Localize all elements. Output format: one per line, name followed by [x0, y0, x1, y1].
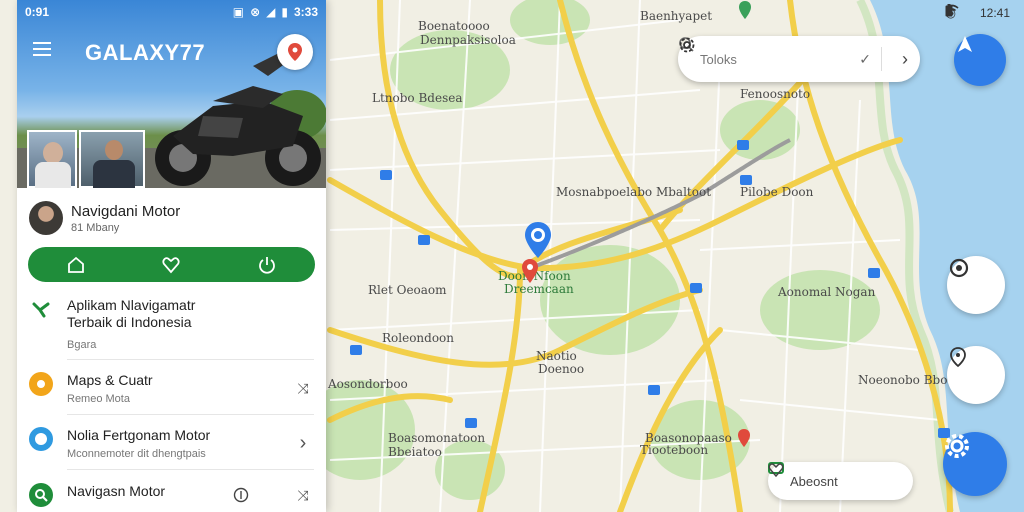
map-label: Dreemcaan: [504, 282, 574, 296]
divider: [881, 47, 882, 71]
map-label: Aosondorboo: [328, 377, 408, 391]
avatar: [29, 201, 63, 235]
map-label: Baenhyapet: [640, 9, 713, 23]
heart-icon[interactable]: [161, 255, 181, 275]
map-label: Pilobe Doon: [740, 185, 814, 199]
map-label: Doenoo: [538, 362, 585, 376]
list-item-subtitle: Bgara: [67, 339, 97, 351]
map-label: Rlet Oeoaom: [368, 283, 447, 297]
list-item[interactable]: Navigasn Motor ⤨: [29, 483, 314, 507]
alarm-icon: ⊗: [250, 5, 261, 19]
app-title: GALAXY77: [85, 40, 206, 65]
photo-thumbnail[interactable]: [79, 130, 145, 188]
location-button[interactable]: [277, 34, 313, 70]
map-label: Noeonobo Bbo: [858, 373, 948, 387]
current-location-marker-icon[interactable]: [522, 220, 554, 260]
battery-icon: ▮: [281, 5, 288, 19]
my-location-button[interactable]: [947, 256, 1005, 314]
list-item-title: Maps & Cuatr: [67, 372, 153, 388]
destination-label: Abeosnt: [790, 473, 838, 489]
profile-row[interactable]: Navigdani Motor 81 Mbany: [29, 196, 314, 240]
poi-pin-icon[interactable]: [737, 428, 751, 448]
map-label: Boenatoooo: [418, 19, 490, 33]
list-item-title: Terbaik di Indonesia: [67, 314, 192, 330]
hero-banner: 0:91 ▣ ⊗ ◢ ▮ 3:33 GALAXY77: [17, 0, 326, 188]
search-icon: [29, 483, 53, 507]
poi-pin-icon[interactable]: [738, 0, 752, 20]
route-icon: [29, 297, 53, 321]
divider: [67, 414, 314, 415]
list-item[interactable]: Maps & Cuatr Remeo Mota ⤨: [29, 372, 314, 405]
power-icon[interactable]: [257, 255, 277, 275]
status-bar-right: ◎ 12:41: [945, 4, 1010, 22]
location-pin-icon: [950, 347, 966, 368]
divider: [67, 359, 314, 360]
compass-button[interactable]: [947, 346, 1005, 404]
list-item-subtitle: Remeo Mota: [67, 393, 130, 405]
map-label: Aonomal Nogan: [778, 285, 876, 299]
target-icon: [949, 258, 969, 278]
gear-icon: [945, 434, 969, 458]
shuffle-icon[interactable]: ⤨: [292, 372, 314, 405]
profile-name: Navigdani Motor: [71, 202, 181, 220]
map-label: Bbeiatoo: [388, 445, 442, 459]
status-indicators: 3:33: [293, 5, 318, 19]
navigation-button[interactable]: [954, 34, 1006, 86]
destination-pin-icon[interactable]: [521, 258, 539, 284]
list-item-title: Navigasn Motor: [67, 483, 166, 499]
list-item[interactable]: Nolia Fertgonam Motor Mconnemoter dit dh…: [29, 427, 314, 460]
status-bar: 0:91 ▣ ⊗ ◢ ▮ 3:33: [25, 4, 318, 20]
map-label: Dennpaksisoloa: [420, 33, 516, 47]
map-label: Tiooteboon: [640, 443, 709, 457]
navigate-arrow-icon: [958, 36, 972, 52]
notification-icon: ▣: [232, 5, 245, 19]
list-item-title: Aplikam Nlavigamatr: [67, 297, 196, 313]
search-bar[interactable]: Toloks ✓ ›: [678, 36, 920, 82]
pin-icon: [288, 43, 302, 61]
divider: [67, 469, 314, 470]
list-item-title: Nolia Fertgonam Motor: [67, 427, 211, 443]
info-icon[interactable]: [230, 483, 252, 507]
chat-icon: [29, 427, 53, 451]
chevron-right-icon[interactable]: ›: [292, 427, 314, 460]
shuffle-icon[interactable]: ⤨: [292, 483, 314, 507]
map-label: Fenoosnoto: [740, 87, 811, 101]
side-panel: 0:91 ▣ ⊗ ◢ ▮ 3:33 GALAXY77 Navigdani Mot…: [17, 0, 326, 512]
signal-icon: ◢: [266, 5, 276, 19]
check-icon[interactable]: ✓: [859, 51, 871, 68]
action-bar: [28, 247, 315, 282]
map-label: Ltnobo Bdesea: [372, 91, 463, 105]
destination-chip[interactable]: Abeosnt: [768, 462, 913, 500]
profile-subtitle: 81 Mbany: [71, 221, 120, 234]
list-item-subtitle: Mconnemoter dit dhengtpais: [67, 448, 206, 460]
photo-thumbnail[interactable]: [27, 130, 77, 188]
search-input[interactable]: Toloks: [700, 52, 849, 67]
map-label: Mosnabpoelabo Mbaltoot: [556, 185, 712, 199]
home-icon[interactable]: [66, 255, 86, 275]
map-label: Roleondoon: [382, 331, 455, 345]
list-item[interactable]: Aplikam Nlavigamatr Terbaik di Indonesia…: [29, 297, 314, 351]
settings-button[interactable]: [943, 432, 1007, 496]
chevron-right-icon[interactable]: ›: [902, 49, 908, 70]
map-label: Boasomonatoon: [388, 431, 486, 445]
status-time: 0:91: [25, 5, 50, 19]
maps-icon: [29, 372, 53, 396]
menu-icon[interactable]: [33, 42, 51, 60]
status-time: 12:41: [979, 6, 1010, 20]
